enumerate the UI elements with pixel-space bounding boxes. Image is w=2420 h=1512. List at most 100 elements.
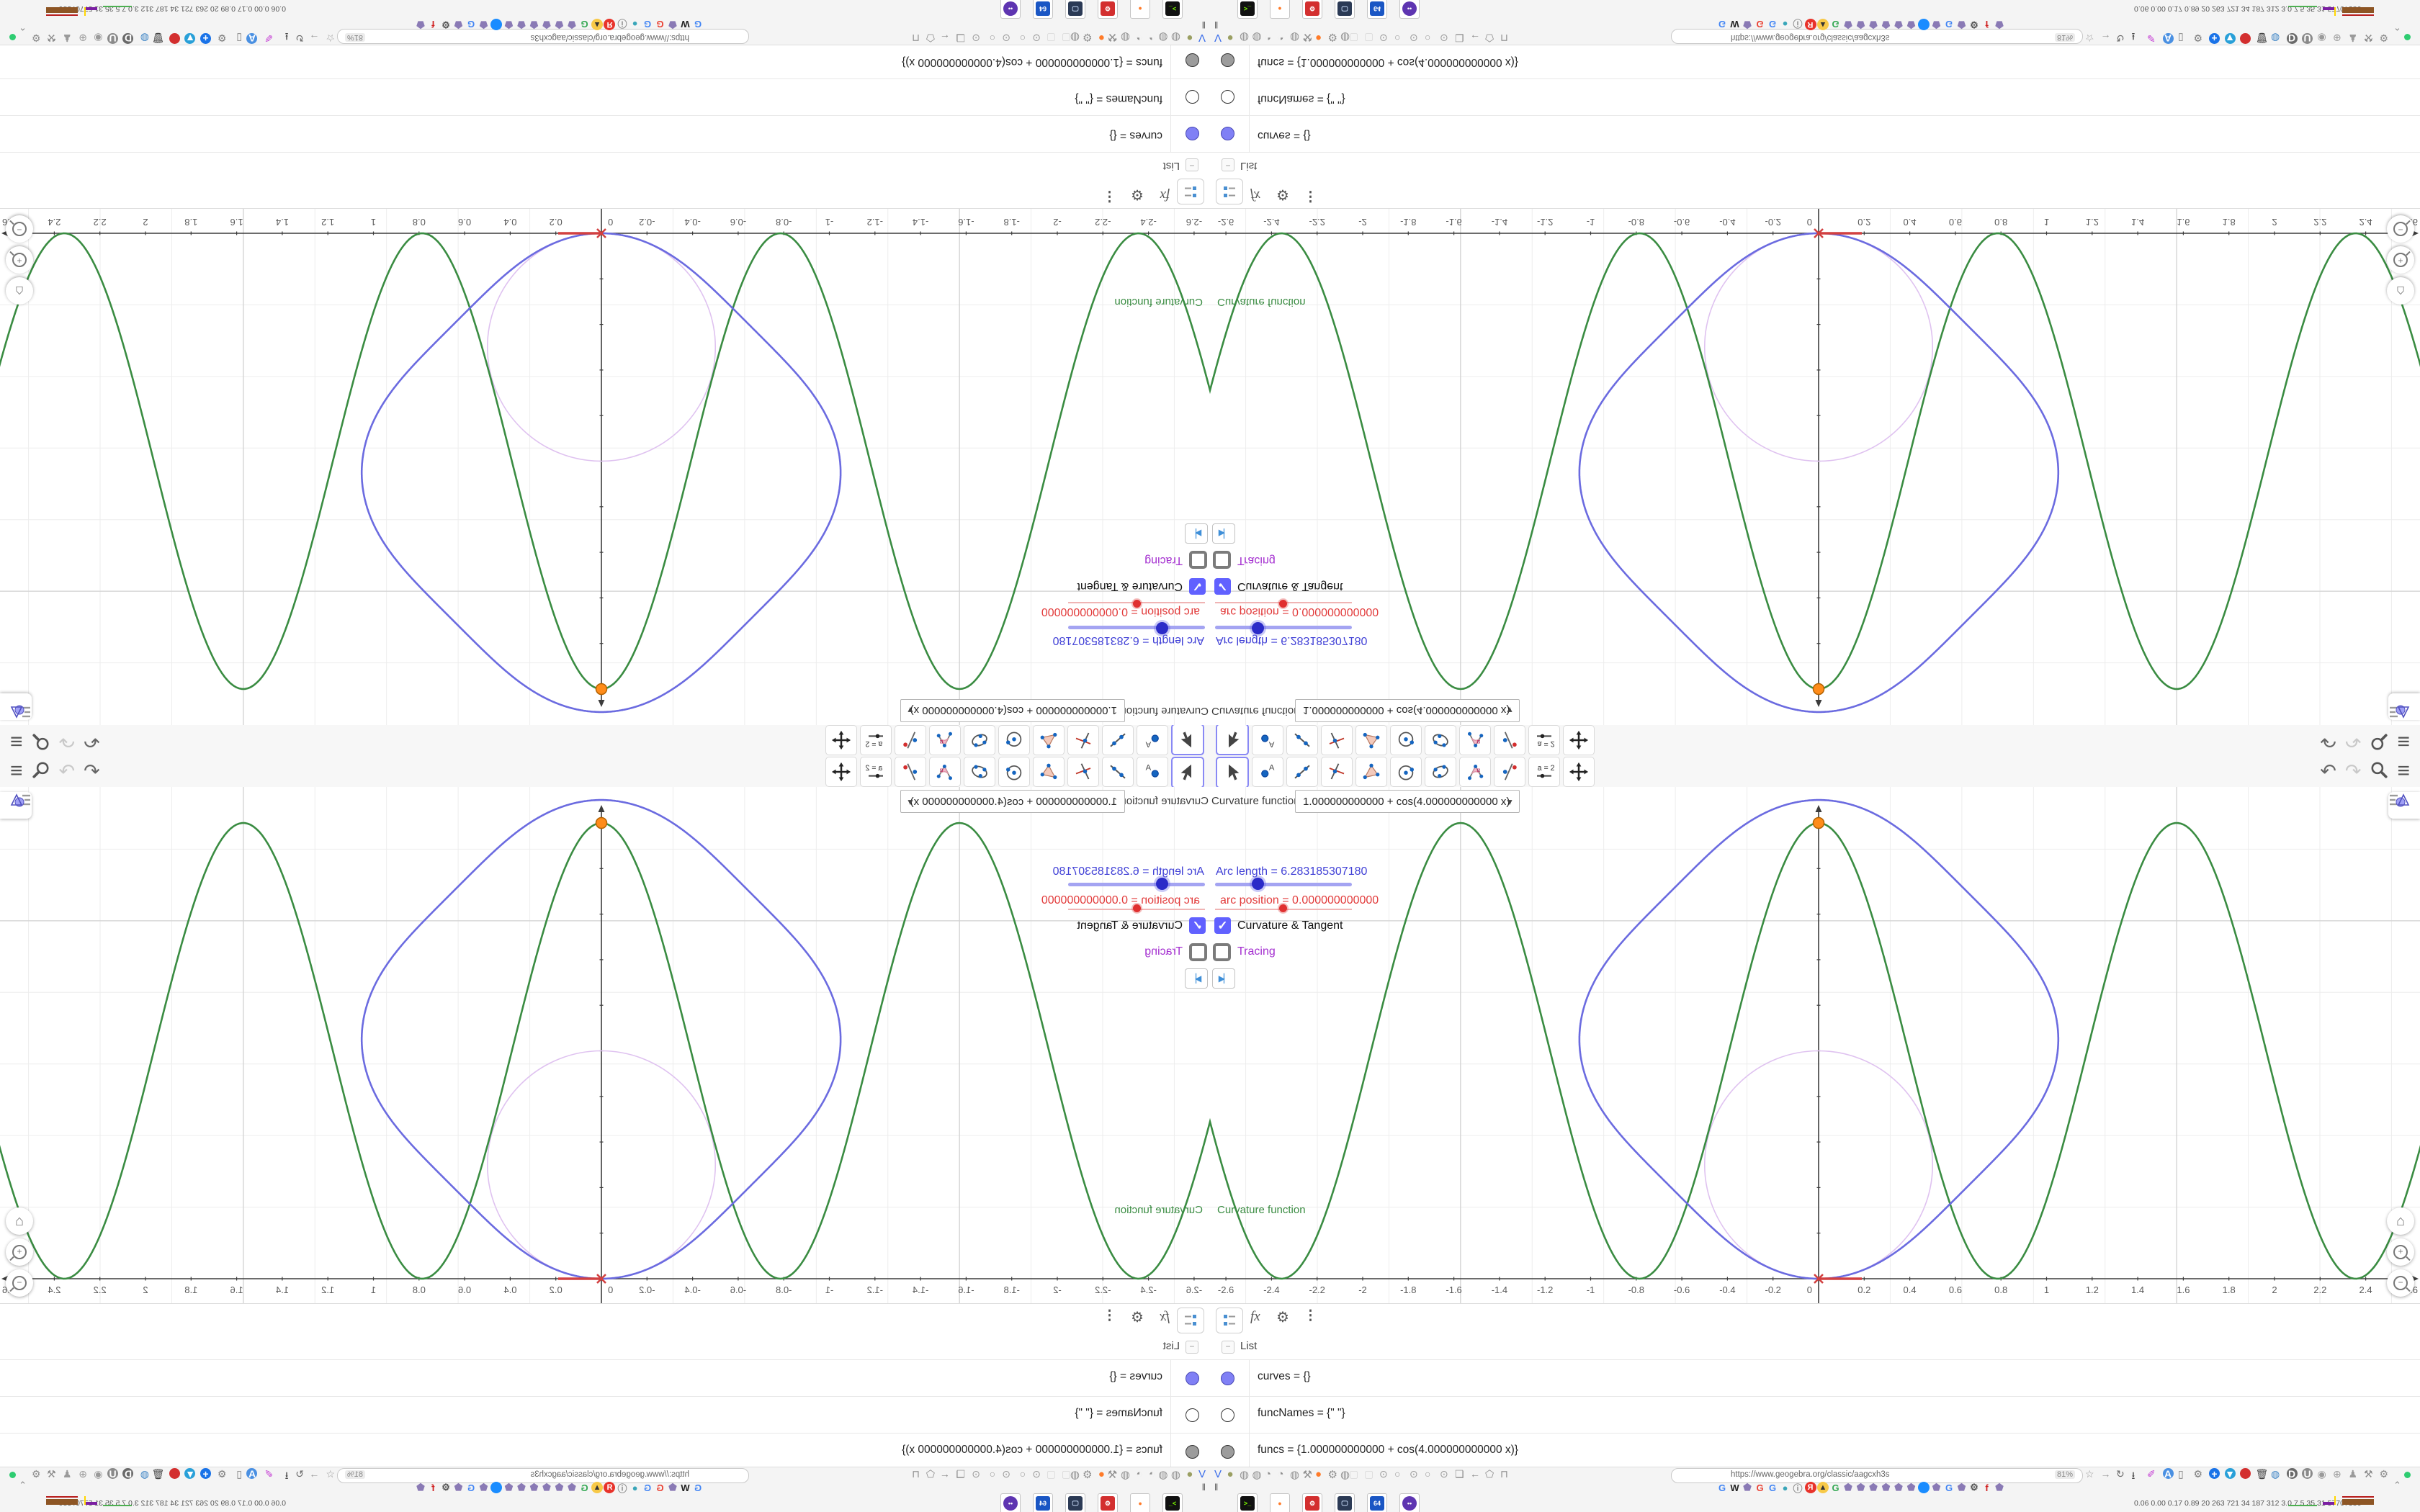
shield-gray-icon[interactable]: ◉ — [2318, 32, 2326, 44]
record-icon[interactable]: ● — [169, 33, 180, 45]
globe-icon[interactable]: ◍ — [1290, 31, 1299, 44]
google-favicon[interactable]: G — [655, 1482, 666, 1493]
star-icon[interactable]: ☆ — [2085, 1468, 2094, 1480]
radio-icon[interactable]: ○ — [990, 32, 995, 44]
algebra-row[interactable]: curves = {} — [0, 1359, 1210, 1396]
curvature-value-point[interactable] — [1812, 816, 1825, 829]
wrench-icon[interactable]: ⚒ — [47, 32, 56, 44]
puzzle-icon[interactable]: ♟ — [2349, 32, 2358, 44]
radio-dot-icon[interactable]: ⊙ — [1379, 32, 1388, 44]
globe-icon[interactable]: ◍ — [1171, 31, 1180, 44]
owl-tile[interactable]: •• — [1399, 0, 1420, 19]
tool-reflection-button[interactable] — [895, 757, 926, 787]
globe-color-icon[interactable]: ◍ — [2271, 1468, 2280, 1480]
shield-icon[interactable]: ⬠ — [1485, 32, 1494, 44]
curvature-tangent-checkbox[interactable]: ✓ — [1189, 917, 1206, 934]
shield-ud-icon[interactable]: U — [107, 1468, 118, 1480]
shield-d-icon[interactable]: D — [122, 1468, 134, 1480]
kebab-menu-icon[interactable]: ⋮ — [1103, 188, 1116, 204]
geogebra-favicon[interactable]: ⬟ — [554, 1482, 565, 1493]
graphics-stylebar-button[interactable] — [2388, 693, 2420, 720]
tracing-checkbox[interactable] — [1189, 943, 1207, 961]
faded-square-icon[interactable]: ▢ — [1349, 1468, 1358, 1480]
yandex-favicon[interactable]: Я — [1804, 19, 1816, 30]
curve-label[interactable]: Curvature function — [1114, 296, 1203, 308]
curve-label[interactable]: Curvature function — [1114, 1204, 1203, 1216]
geogebra-favicon[interactable]: ⬟ — [529, 19, 540, 30]
globe-icon[interactable]: ◍ — [1171, 1468, 1180, 1481]
tool-reflection-button[interactable] — [1494, 725, 1525, 755]
plus-icon[interactable]: + — [200, 33, 211, 45]
radio-icon[interactable]: ○ — [1394, 1468, 1400, 1480]
mouse-icon[interactable]: ▯ — [2178, 1468, 2184, 1480]
translate-icon[interactable]: A — [2162, 1468, 2174, 1480]
shield-d-icon[interactable]: D — [2286, 33, 2298, 45]
arc-position-slider-knob[interactable] — [1279, 600, 1287, 608]
firefox-icon[interactable]: ● — [1098, 32, 1105, 44]
lock-icon[interactable]: ⊓ — [1500, 1468, 1508, 1480]
geogebra-favicon[interactable]: ⬟ — [554, 19, 565, 30]
vivaldi-icon[interactable]: V — [1198, 1468, 1206, 1480]
zoom-home-button[interactable]: ⌂ — [2387, 1207, 2414, 1235]
gear-icon[interactable]: ⚙ — [1131, 1308, 1144, 1326]
gear-icon[interactable]: ⚙ — [1083, 1468, 1092, 1481]
fx-button[interactable]: fx — [1160, 187, 1170, 203]
geogebra-favicon[interactable]: ⬟ — [1956, 1482, 1968, 1493]
faded-square-icon[interactable]: ▢ — [1364, 32, 1373, 44]
geogebra-favicon[interactable]: ⬟ — [503, 1482, 515, 1493]
gear-icon[interactable]: ⚙ — [218, 1468, 227, 1480]
firefox-icon[interactable]: ● — [1098, 1468, 1105, 1480]
puzzle-icon[interactable]: ♟ — [63, 32, 72, 44]
radio-dot-icon[interactable]: ⊙ — [1002, 32, 1010, 44]
zoom-badge[interactable]: 81% — [345, 33, 366, 42]
globe-icon[interactable]: ◍ — [1240, 31, 1249, 44]
highlighter-icon[interactable]: ✐ — [264, 1468, 273, 1480]
geogebra-favicon[interactable]: ⬟ — [1906, 19, 1917, 30]
tool-circle-button[interactable] — [1390, 757, 1422, 787]
algebra-row[interactable]: funcs = {1.000000000000 + cos(4.00000000… — [1210, 42, 2420, 79]
collapse-button[interactable]: − — [1186, 1341, 1198, 1354]
visibility-marble-gray[interactable] — [1221, 1445, 1234, 1459]
owl-tile[interactable]: •• — [1399, 1493, 1420, 1512]
collapse-chevron-icon[interactable]: ⌃ — [2393, 21, 2401, 32]
geogebra-favicon[interactable]: ⬟ — [1881, 1482, 1892, 1493]
info-favicon[interactable]: ⓘ — [1792, 19, 1803, 30]
tool-move-button[interactable] — [1216, 724, 1249, 755]
algebra-row[interactable]: funcs = {1.000000000000 + cos(4.00000000… — [1210, 1433, 2420, 1470]
tracing-checkbox[interactable] — [1213, 551, 1231, 569]
wrench-icon[interactable]: ⚒ — [2364, 32, 2373, 44]
image-favicon[interactable]: ▲ — [591, 19, 603, 30]
curvature-function-dropdown[interactable]: 1.000000000000 + cos(4.000000000000 x) ▼ — [900, 790, 1125, 813]
search-icon[interactable] — [2370, 760, 2388, 783]
tool-point-button[interactable]: A — [1137, 725, 1168, 755]
redo-icon[interactable]: ↷ — [59, 760, 76, 782]
gear-icon[interactable]: ⚙ — [2194, 32, 2203, 44]
tool-slider-button[interactable]: a = 2 — [860, 725, 892, 755]
tool-conic-button[interactable] — [964, 757, 995, 787]
google-favicon[interactable]: G — [1716, 19, 1728, 30]
tool-angle-button[interactable]: α — [929, 757, 961, 787]
visibility-marble-blue[interactable] — [1186, 127, 1199, 140]
arrow-right-icon[interactable]: → — [310, 32, 320, 44]
tool-perpendicular-line-button[interactable] — [1321, 757, 1353, 787]
zoom-out-button[interactable]: − — [6, 215, 33, 243]
settings-tile[interactable]: ⚙ — [1302, 1493, 1322, 1512]
google-favicon[interactable]: G — [655, 19, 666, 30]
shield-d-icon[interactable]: D — [2286, 1468, 2298, 1480]
radio-dot-icon[interactable]: ⊙ — [1002, 1468, 1010, 1480]
trash-icon[interactable]: 🗑 — [2256, 32, 2269, 44]
wrench-icon[interactable]: ⚒ — [2364, 1468, 2373, 1480]
tool-move-button[interactable] — [1171, 757, 1204, 788]
tree-view-button[interactable] — [1216, 179, 1243, 204]
zoom-home-button[interactable]: ⌂ — [6, 1207, 33, 1235]
plus-icon[interactable]: + — [200, 1468, 211, 1480]
globe-gray-icon[interactable]: ⊕ — [79, 32, 87, 44]
gauge-icon[interactable]: ◔ — [1136, 1468, 1142, 1480]
tree-view-button[interactable] — [1216, 1308, 1243, 1333]
zoom-in-button[interactable]: + — [2387, 1238, 2414, 1266]
visibility-marble-blue[interactable] — [1221, 127, 1234, 140]
lock-icon[interactable]: ⊓ — [912, 32, 920, 44]
google-favicon[interactable]: G — [1767, 19, 1778, 30]
tracing-checkbox[interactable] — [1189, 551, 1207, 569]
visibility-marble-gray[interactable] — [1186, 1445, 1199, 1459]
